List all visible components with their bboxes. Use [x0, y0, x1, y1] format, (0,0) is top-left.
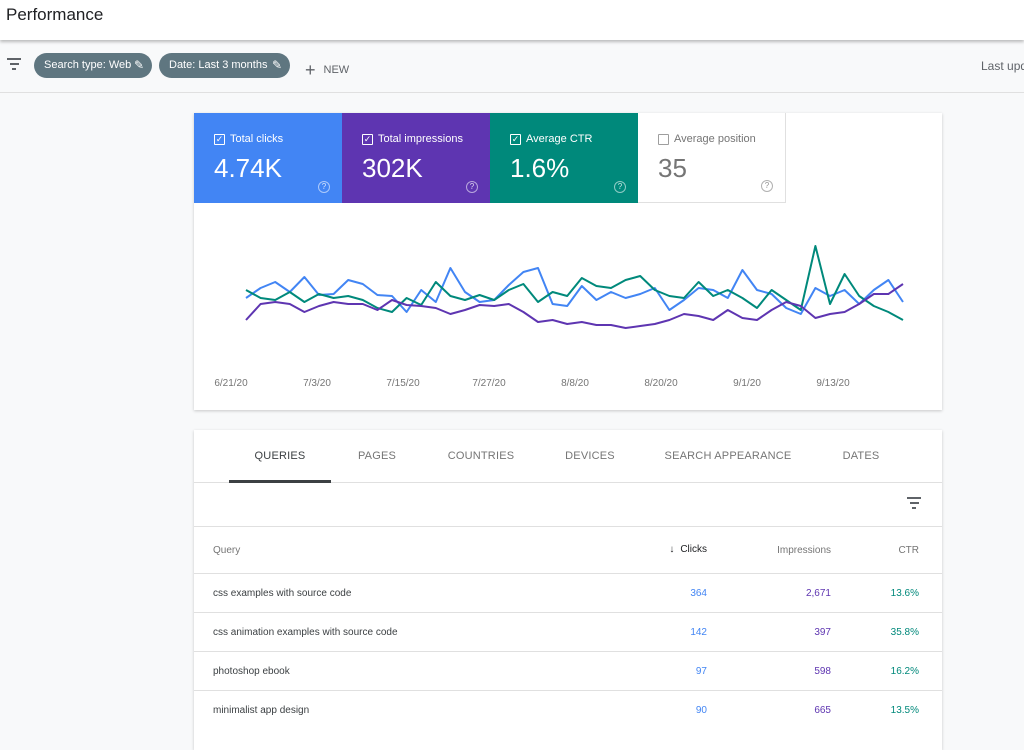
- search-type-chip[interactable]: Search type: Web ✎: [34, 53, 152, 78]
- help-icon[interactable]: ?: [614, 181, 626, 193]
- date-chip[interactable]: Date: Last 3 months ✎: [159, 53, 290, 78]
- impressions-cell: 397: [814, 627, 831, 638]
- tab-queries[interactable]: QUERIES: [255, 450, 306, 462]
- column-ctr[interactable]: CTR: [874, 545, 919, 556]
- dimension-tabs: QUERIES PAGES COUNTRIES DEVICES SEARCH A…: [194, 430, 942, 483]
- tab-pages[interactable]: PAGES: [358, 450, 396, 462]
- results-table-card: QUERIES PAGES COUNTRIES DEVICES SEARCH A…: [194, 430, 942, 750]
- filter-bar: Search type: Web ✎ Date: Last 3 months ✎ +…: [0, 40, 1024, 93]
- plus-icon: +: [305, 60, 316, 80]
- query-cell[interactable]: css animation examples with source code: [213, 627, 398, 638]
- help-icon[interactable]: ?: [318, 181, 330, 193]
- page-title: Performance: [6, 5, 104, 24]
- help-icon[interactable]: ?: [761, 180, 773, 192]
- x-tick-label: 8/20/20: [644, 378, 678, 389]
- impressions-cell: 665: [814, 705, 831, 716]
- clicks-cell: 142: [690, 627, 707, 638]
- column-impressions[interactable]: Impressions: [754, 545, 831, 556]
- x-tick-label: 7/3/20: [303, 378, 331, 389]
- table-row[interactable]: minimalist app design 90 665 13.5%: [194, 690, 942, 729]
- tab-countries[interactable]: COUNTRIES: [448, 450, 515, 462]
- impressions-cell: 598: [814, 666, 831, 677]
- filter-icon[interactable]: [7, 58, 21, 73]
- help-icon[interactable]: ?: [466, 181, 478, 193]
- tab-devices[interactable]: DEVICES: [565, 450, 615, 462]
- checkbox-unchecked-icon[interactable]: [658, 133, 669, 145]
- table-row[interactable]: css animation examples with source code …: [194, 612, 942, 651]
- checkbox-checked-icon[interactable]: ✓: [362, 133, 373, 145]
- metric-average-position[interactable]: Average position 35 ?: [638, 113, 786, 203]
- ctr-cell: 35.8%: [890, 627, 919, 638]
- table-header: Query ↓ Clicks Impressions CTR: [194, 526, 942, 573]
- checkbox-checked-icon[interactable]: ✓: [214, 133, 225, 145]
- sort-down-arrow-icon: ↓: [669, 544, 675, 555]
- last-updated: Last upd: [981, 59, 1024, 73]
- edit-icon: ✎: [271, 58, 282, 72]
- clicks-cell: 97: [695, 666, 707, 677]
- column-clicks[interactable]: ↓ Clicks: [664, 544, 707, 555]
- performance-line-chart: [245, 245, 904, 329]
- x-tick-label: 7/27/20: [472, 378, 506, 389]
- query-cell[interactable]: minimalist app design: [213, 705, 309, 716]
- checkbox-checked-icon[interactable]: ✓: [510, 133, 521, 145]
- active-tab-indicator: [229, 480, 331, 483]
- column-query[interactable]: Query: [213, 545, 240, 556]
- ctr-cell: 13.6%: [890, 588, 919, 599]
- impressions-cell: 2,671: [805, 588, 831, 599]
- clicks-cell: 364: [690, 588, 707, 599]
- clicks-cell: 90: [695, 705, 707, 716]
- new-filter-button[interactable]: + NEW: [305, 57, 349, 80]
- metric-total-impressions[interactable]: ✓ Total impressions 302K ?: [342, 113, 490, 203]
- x-tick-label: 8/8/20: [561, 378, 589, 389]
- table-row[interactable]: css examples with source code 364 2,671 …: [194, 573, 942, 612]
- metric-average-ctr[interactable]: ✓ Average CTR 1.6% ?: [490, 113, 638, 203]
- x-tick-label: 9/1/20: [733, 378, 761, 389]
- table-filter-icon[interactable]: [907, 497, 921, 512]
- tab-dates[interactable]: DATES: [843, 450, 880, 462]
- query-cell[interactable]: css examples with source code: [213, 588, 351, 599]
- edit-icon: ✎: [133, 58, 144, 72]
- x-tick-label: 7/15/20: [386, 378, 420, 389]
- ctr-cell: 13.5%: [890, 705, 919, 716]
- performance-chart-card: ✓ Total clicks 4.74K ? ✓ Total impressions…: [194, 113, 942, 410]
- table-row[interactable]: photoshop ebook 97 598 16.2%: [194, 651, 942, 690]
- ctr-cell: 16.2%: [890, 666, 919, 677]
- query-cell[interactable]: photoshop ebook: [213, 666, 290, 677]
- x-tick-label: 6/21/20: [214, 378, 248, 389]
- metric-total-clicks[interactable]: ✓ Total clicks 4.74K ?: [194, 113, 342, 203]
- top-bar: Performance: [0, 0, 1024, 40]
- x-tick-label: 9/13/20: [816, 378, 850, 389]
- tab-search-appearance[interactable]: SEARCH APPEARANCE: [665, 450, 792, 462]
